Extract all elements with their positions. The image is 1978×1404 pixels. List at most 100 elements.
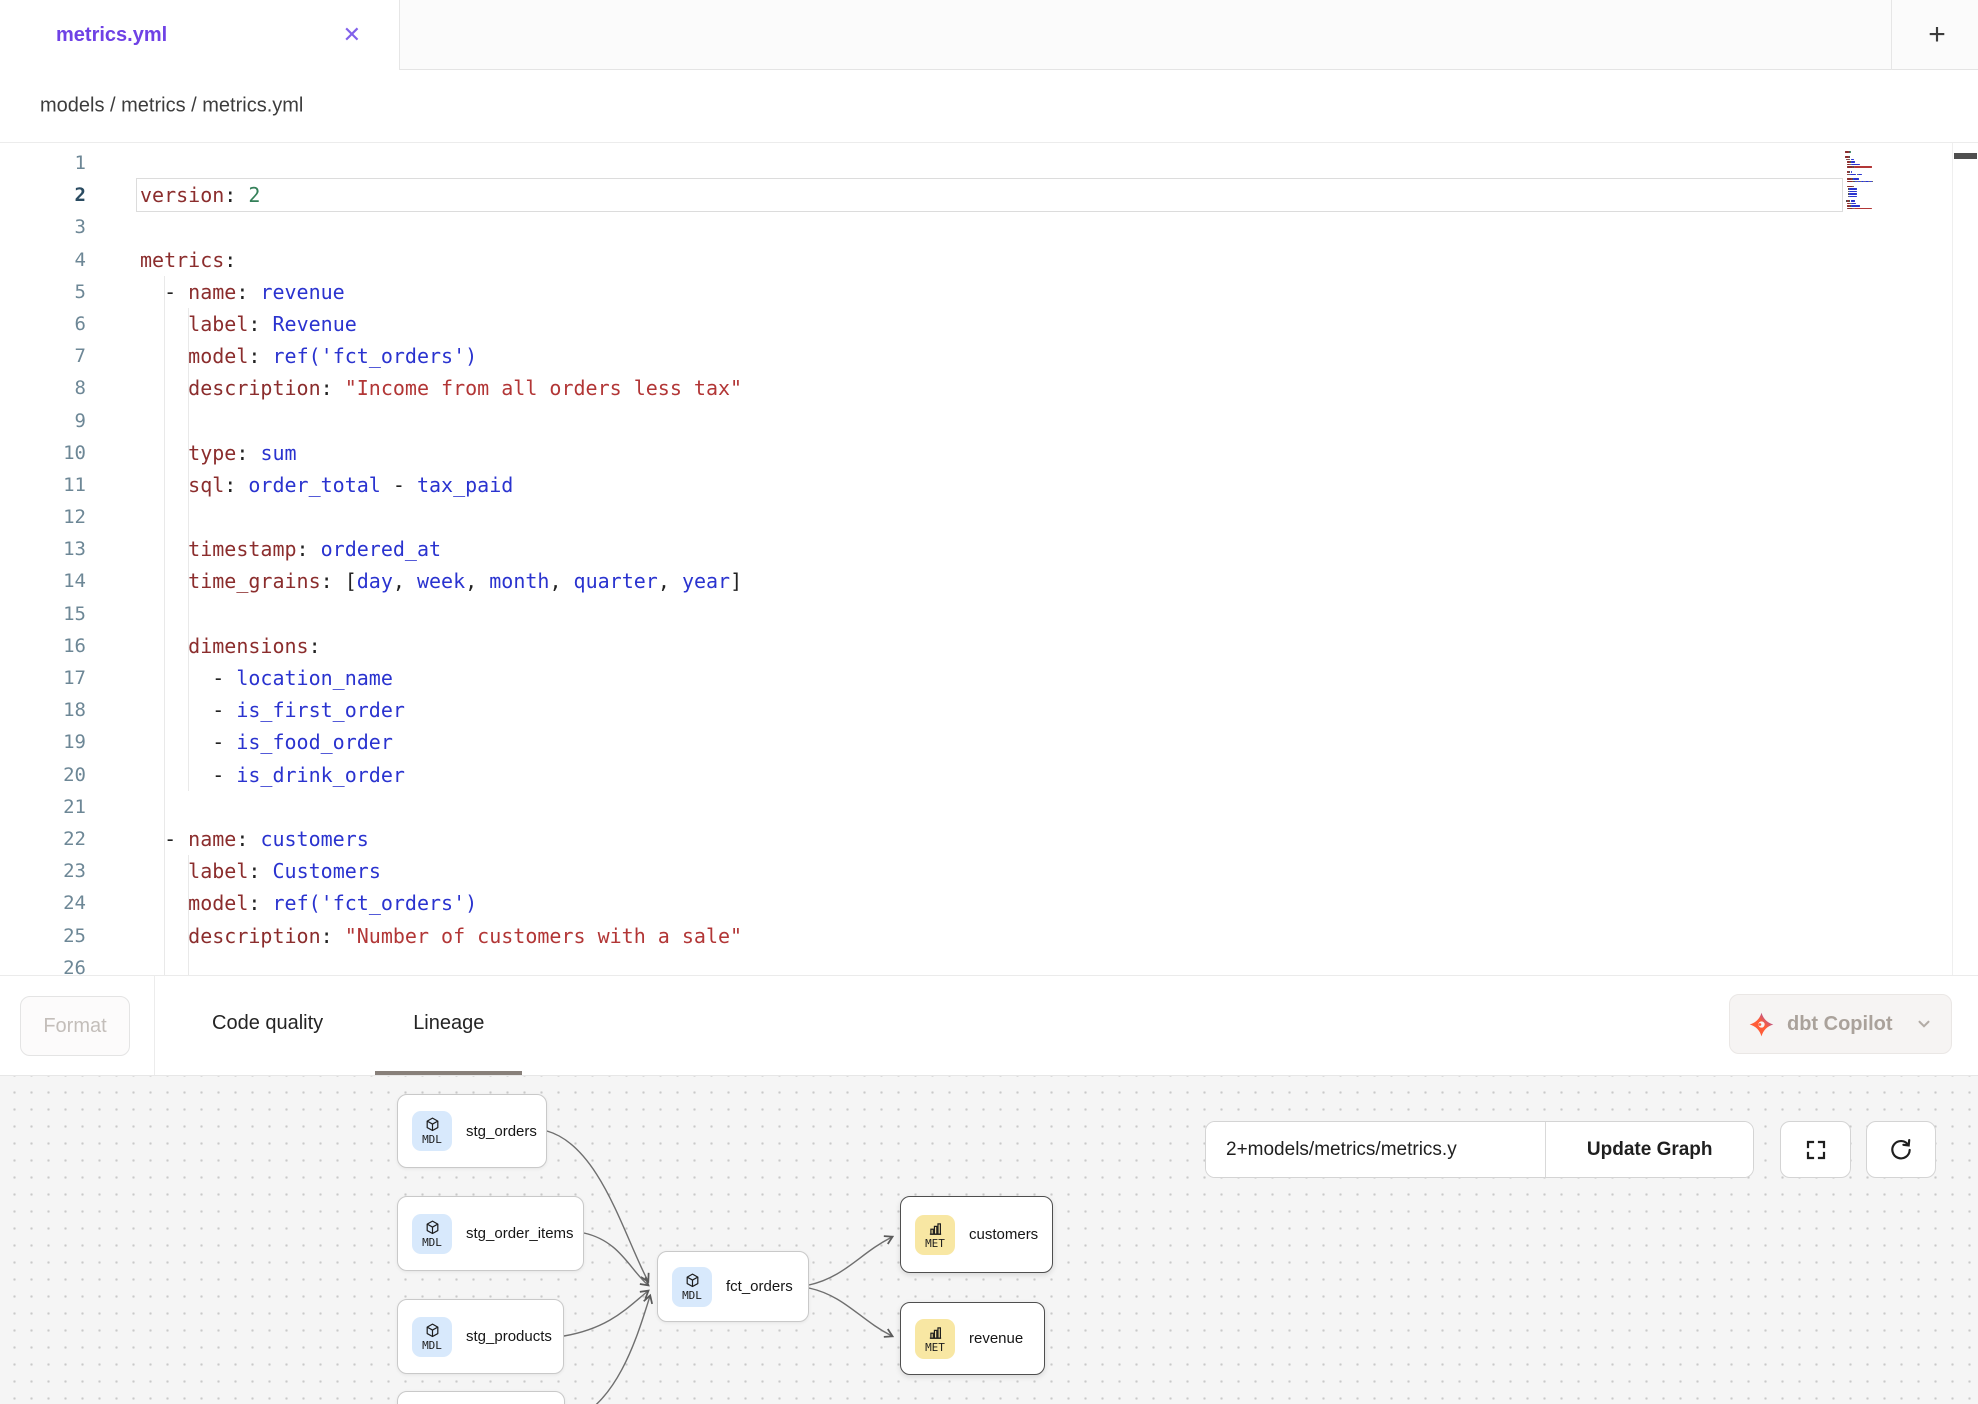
- code-line[interactable]: dimensions:: [140, 630, 1843, 662]
- code-line[interactable]: [140, 147, 1843, 179]
- file-header-row: models / metrics / metrics.yml Save: [0, 70, 1978, 142]
- lineage-canvas[interactable]: MDLstg_orders MDLstg_order_items MDLstg_pr…: [0, 1075, 1978, 1404]
- tab-metrics-yml[interactable]: metrics.yml ✕: [0, 0, 400, 70]
- code-line[interactable]: - name: revenue: [140, 276, 1843, 308]
- new-tab-button[interactable]: +: [1907, 0, 1967, 70]
- indent-guide: [164, 694, 165, 726]
- code-line[interactable]: label: Revenue: [140, 308, 1843, 340]
- indent-guide: [164, 598, 165, 630]
- code-line[interactable]: metrics:: [140, 244, 1843, 276]
- code-line[interactable]: - location_name: [140, 662, 1843, 694]
- indent-guide: [164, 791, 165, 823]
- code-editor[interactable]: 1234567891011121314151617181920212223242…: [0, 142, 1978, 975]
- dbt-copilot-icon: [1748, 1011, 1775, 1038]
- indent-guide: [188, 726, 189, 758]
- code-line[interactable]: version: 2: [140, 179, 1843, 211]
- line-number-gutter: 1234567891011121314151617181920212223242…: [0, 147, 86, 975]
- indent-guide: [188, 759, 189, 791]
- indent-guide: [188, 565, 189, 597]
- node-label: fct_orders: [726, 1278, 793, 1295]
- code-line[interactable]: model: ref('fct_orders'): [140, 887, 1843, 919]
- tab-lineage[interactable]: Lineage: [375, 976, 522, 1076]
- code-line[interactable]: - name: customers: [140, 823, 1843, 855]
- pane-tabs: Code quality Lineage: [174, 976, 522, 1076]
- lineage-node-partial[interactable]: [397, 1391, 565, 1404]
- indent-guide: [164, 308, 165, 340]
- line-number: 15: [0, 598, 86, 630]
- edge-hidden-source-to-fct_orders: [570, 1296, 650, 1404]
- model-badge-icon: MDL: [412, 1111, 452, 1151]
- code-line[interactable]: [140, 598, 1843, 630]
- indent-guide: [188, 405, 189, 437]
- code-line[interactable]: label: Customers: [140, 855, 1843, 887]
- code-line[interactable]: [140, 211, 1843, 243]
- lineage-node-stg_products[interactable]: MDLstg_products: [397, 1299, 564, 1374]
- update-graph-button[interactable]: Update Graph: [1545, 1122, 1753, 1177]
- code-line[interactable]: - is_food_order: [140, 726, 1843, 758]
- indent-guide: [164, 823, 165, 855]
- code-line[interactable]: description: "Number of customers with a…: [140, 920, 1843, 952]
- indent-guide: [188, 920, 189, 952]
- indent-guide: [188, 501, 189, 533]
- toolbar-divider: [154, 976, 155, 1076]
- line-number: 18: [0, 694, 86, 726]
- close-tab-icon[interactable]: ✕: [343, 24, 361, 46]
- dbt-ide-window: metrics.yml ✕ + models / metrics / metri…: [0, 0, 1978, 1404]
- edge-fct_orders-to-customers: [809, 1237, 892, 1285]
- code-line[interactable]: type: sum: [140, 437, 1843, 469]
- code-line[interactable]: - is_drink_order: [140, 759, 1843, 791]
- code-line[interactable]: model: ref('fct_orders'): [140, 340, 1843, 372]
- model-badge-icon: MDL: [412, 1317, 452, 1357]
- metric-badge-icon: MET: [915, 1319, 955, 1359]
- line-number: 13: [0, 533, 86, 565]
- plus-icon: +: [1928, 18, 1946, 52]
- indent-guide: [188, 308, 189, 340]
- code-line[interactable]: sql: order_total - tax_paid: [140, 469, 1843, 501]
- lineage-node-fct_orders[interactable]: MDLfct_orders: [657, 1251, 809, 1322]
- code-line[interactable]: [140, 501, 1843, 533]
- line-number: 22: [0, 823, 86, 855]
- breadcrumb: models / metrics / metrics.yml: [40, 95, 303, 118]
- code-line[interactable]: [140, 952, 1843, 975]
- minimap[interactable]: [1845, 149, 1903, 229]
- line-number: 8: [0, 372, 86, 404]
- tab-code-quality[interactable]: Code quality: [174, 976, 361, 1076]
- lineage-node-stg_orders[interactable]: MDLstg_orders: [397, 1094, 547, 1168]
- indent-guide: [188, 598, 189, 630]
- indent-guide: [188, 372, 189, 404]
- line-number: 1: [0, 147, 86, 179]
- overview-ruler-cursor-marker: [1954, 153, 1977, 159]
- fullscreen-button[interactable]: [1780, 1121, 1851, 1178]
- line-number: 3: [0, 211, 86, 243]
- metric-badge-icon: MET: [915, 1215, 955, 1255]
- line-number: 23: [0, 855, 86, 887]
- code-line[interactable]: [140, 405, 1843, 437]
- lineage-node-customers[interactable]: MET customers: [900, 1196, 1053, 1273]
- lineage-selector-input[interactable]: [1206, 1122, 1545, 1177]
- format-button[interactable]: Format: [20, 996, 130, 1056]
- line-number: 12: [0, 501, 86, 533]
- code-line[interactable]: - is_first_order: [140, 694, 1843, 726]
- code-line[interactable]: [140, 791, 1843, 823]
- line-number: 11: [0, 469, 86, 501]
- line-number: 9: [0, 405, 86, 437]
- code-line[interactable]: timestamp: ordered_at: [140, 533, 1843, 565]
- tab-title: metrics.yml: [56, 24, 167, 47]
- indent-guide: [164, 437, 165, 469]
- indent-guide: [164, 920, 165, 952]
- line-number: 24: [0, 887, 86, 919]
- line-number: 5: [0, 276, 86, 308]
- tabbar-divider: [1891, 0, 1892, 70]
- lineage-node-revenue[interactable]: METrevenue: [900, 1302, 1045, 1375]
- line-number: 7: [0, 340, 86, 372]
- indent-guide: [164, 630, 165, 662]
- refresh-button[interactable]: [1866, 1121, 1936, 1178]
- code-line[interactable]: description: "Income from all orders les…: [140, 372, 1843, 404]
- node-label: customers: [969, 1226, 1038, 1243]
- lineage-node-stg_order_items[interactable]: MDLstg_order_items: [397, 1196, 584, 1271]
- code-content[interactable]: version: 2 metrics: - name: revenue label…: [140, 147, 1843, 975]
- dbt-copilot-button[interactable]: dbt Copilot: [1729, 994, 1952, 1054]
- tab-bar: metrics.yml ✕ +: [0, 0, 1978, 70]
- code-line[interactable]: time_grains: [day, week, month, quarter,…: [140, 565, 1843, 597]
- edge-stg_order_items-to-fct_orders: [584, 1233, 648, 1285]
